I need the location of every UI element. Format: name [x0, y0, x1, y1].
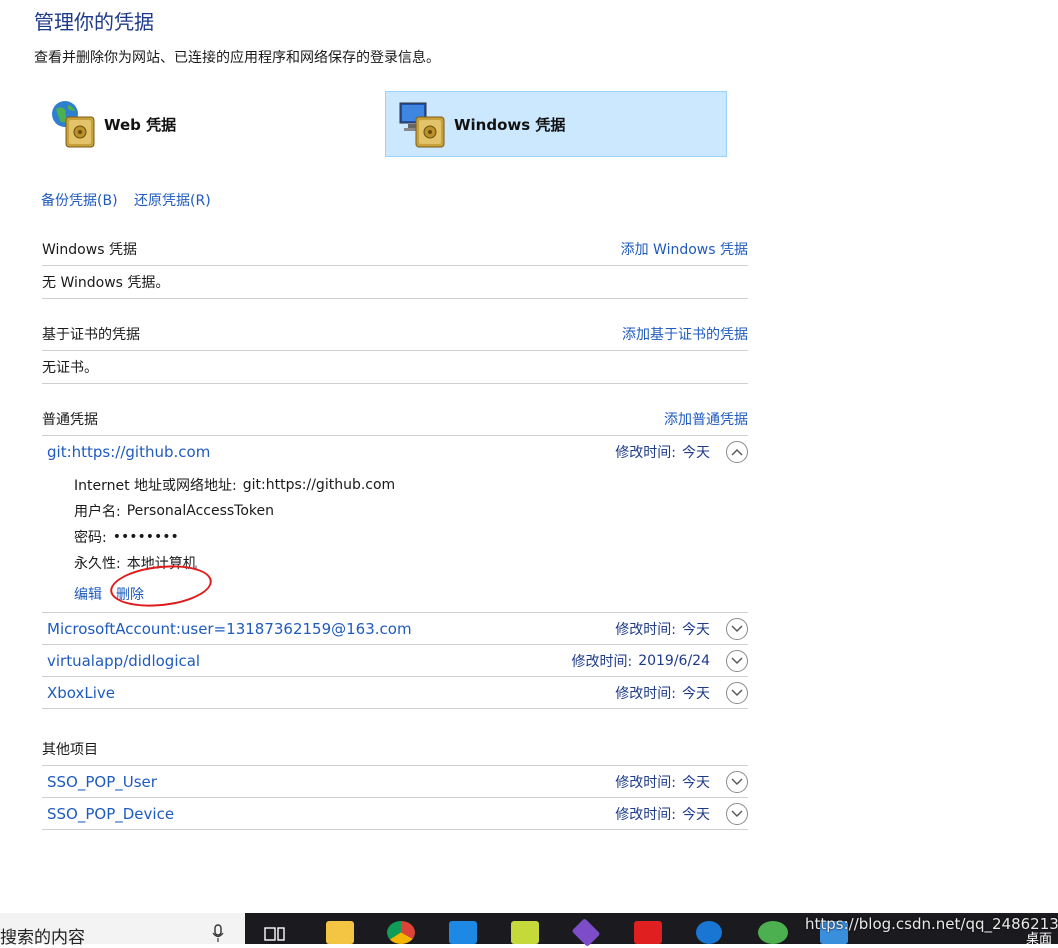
credential-row[interactable]: SSO_POP_User 修改时间: 今天	[42, 766, 748, 798]
app-diamond-icon[interactable]	[571, 918, 601, 947]
app-red-icon[interactable]	[634, 921, 662, 944]
generic-credentials-section: 普通凭据 添加普通凭据 git:https://github.com 修改时间:…	[42, 403, 748, 709]
detail-username: 用户名: PersonalAccessToken	[74, 503, 274, 520]
credential-row[interactable]: git:https://github.com 修改时间: 今天	[42, 436, 748, 468]
add-generic-credential-link[interactable]: 添加普通凭据	[664, 409, 748, 429]
credential-name[interactable]: SSO_POP_User	[47, 773, 157, 791]
chrome-icon[interactable]	[387, 921, 415, 944]
add-windows-credential-link[interactable]: 添加 Windows 凭据	[621, 239, 748, 259]
credential-row[interactable]: XboxLive 修改时间: 今天	[42, 677, 748, 709]
chevron-down-icon[interactable]	[726, 681, 748, 704]
page-description: 查看并删除你为网站、已连接的应用程序和网络保存的登录信息。	[34, 50, 440, 66]
task-view-icon[interactable]	[264, 925, 286, 944]
modified-label: 修改时间:	[615, 445, 676, 461]
edit-credential-link[interactable]: 编辑	[74, 584, 102, 604]
wechat-icon[interactable]	[758, 921, 788, 944]
credential-row[interactable]: MicrosoftAccount:user=13187362159@163.co…	[42, 613, 748, 645]
other-items-section: 其他项目 SSO_POP_User 修改时间: 今天 SSO_POP_Devic…	[42, 733, 748, 830]
store-icon[interactable]	[449, 921, 477, 944]
credential-modified: 修改时间: 今天	[615, 617, 748, 640]
credential-name[interactable]: MicrosoftAccount:user=13187362159@163.co…	[47, 620, 412, 638]
section-title: Windows 凭据	[42, 242, 137, 258]
app-m-icon[interactable]	[511, 921, 539, 944]
windows-credentials-tile[interactable]: Windows 凭据	[385, 91, 727, 157]
chevron-down-icon[interactable]	[726, 770, 748, 793]
section-header: 其他项目	[42, 733, 748, 766]
credential-modified: 修改时间: 今天	[615, 770, 748, 793]
chevron-up-icon[interactable]	[726, 441, 748, 463]
credential-name[interactable]: XboxLive	[47, 684, 115, 702]
web-credentials-icon	[48, 97, 98, 151]
credential-row[interactable]: virtualapp/didlogical 修改时间: 2019/6/24	[42, 645, 748, 677]
backup-credentials-link[interactable]: 备份凭据(B)	[41, 190, 118, 210]
credential-modified: 修改时间: 今天	[615, 441, 748, 463]
section-title: 普通凭据	[42, 412, 98, 428]
page-title: 管理你的凭据	[34, 10, 154, 34]
empty-message: 无证书。	[42, 351, 748, 384]
chevron-down-icon[interactable]	[726, 649, 748, 672]
desktop-label[interactable]: 桌面	[1026, 928, 1052, 947]
web-credentials-tile[interactable]: Web 凭据	[42, 91, 342, 157]
credential-name[interactable]: SSO_POP_Device	[47, 805, 174, 823]
windows-credentials-label: Windows 凭据	[454, 115, 566, 134]
section-header: 普通凭据 添加普通凭据	[42, 403, 748, 436]
detail-password: 密码: ••••••••	[74, 529, 179, 546]
credential-modified: 修改时间: 今天	[615, 681, 748, 704]
windows-credentials-icon	[398, 97, 448, 151]
chevron-down-icon[interactable]	[726, 617, 748, 640]
credential-name[interactable]: virtualapp/didlogical	[47, 652, 200, 670]
credential-row[interactable]: SSO_POP_Device 修改时间: 今天	[42, 798, 748, 830]
section-header: 基于证书的凭据 添加基于证书的凭据	[42, 318, 748, 351]
section-title: 其他项目	[42, 742, 98, 758]
empty-message: 无 Windows 凭据。	[42, 266, 748, 299]
watermark-url: https://blog.csdn.net/qq_24862137	[805, 915, 1058, 933]
windows-credentials-section: Windows 凭据 添加 Windows 凭据 无 Windows 凭据。	[42, 233, 748, 299]
credential-name[interactable]: git:https://github.com	[47, 443, 210, 461]
restore-credentials-link[interactable]: 还原凭据(R)	[134, 190, 211, 210]
certificate-credentials-section: 基于证书的凭据 添加基于证书的凭据 无证书。	[42, 318, 748, 384]
credential-modified: 修改时间: 2019/6/24	[571, 649, 748, 672]
modified-value: 今天	[682, 445, 710, 461]
microphone-icon[interactable]	[212, 924, 224, 942]
chevron-down-icon[interactable]	[726, 802, 748, 825]
search-text: 搜索的内容	[0, 928, 85, 948]
section-title: 基于证书的凭据	[42, 327, 140, 343]
ie-icon[interactable]	[696, 921, 722, 944]
detail-address: Internet 地址或网络地址: git:https://github.com	[74, 477, 396, 494]
add-certificate-credential-link[interactable]: 添加基于证书的凭据	[622, 324, 748, 344]
section-header: Windows 凭据 添加 Windows 凭据	[42, 233, 748, 266]
file-explorer-icon[interactable]	[326, 921, 354, 944]
credential-modified: 修改时间: 今天	[615, 802, 748, 825]
web-credentials-label: Web 凭据	[104, 115, 177, 134]
taskbar-search-box[interactable]: 搜索的内容	[0, 913, 245, 948]
